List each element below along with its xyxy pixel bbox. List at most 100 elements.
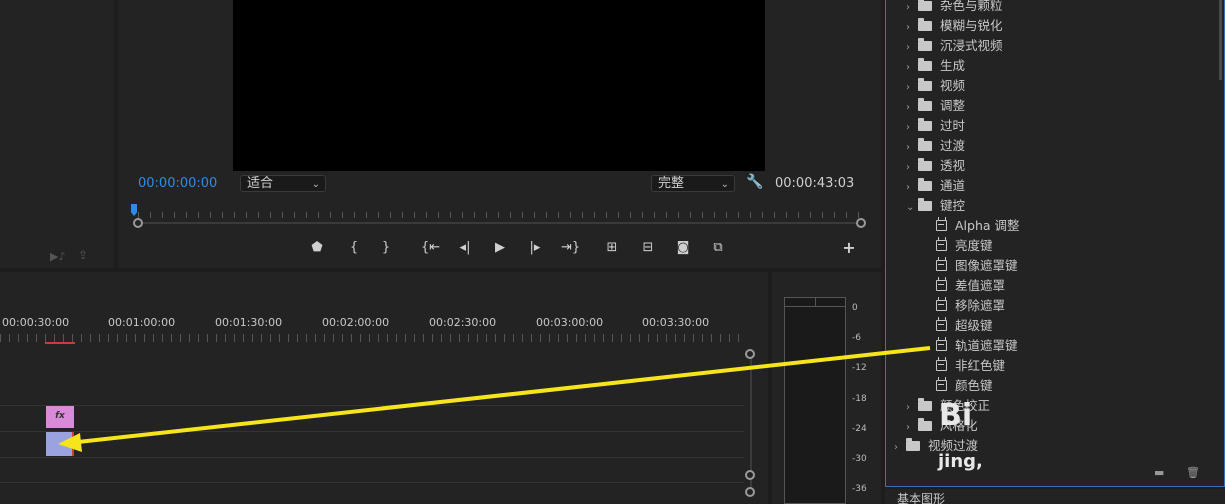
- effect-item-track-matte-key[interactable]: 轨道遮罩键: [936, 336, 1018, 356]
- zoom-level-value: 适合: [247, 176, 274, 191]
- effects-folder[interactable]: › 过渡: [906, 136, 965, 156]
- effect-item[interactable]: 图像遮罩键: [936, 256, 1018, 276]
- source-monitor-panel: ▶♪ ⇪: [0, 0, 114, 268]
- vscroll-bottom-handle[interactable]: [745, 470, 755, 480]
- trash-icon[interactable]: 🗑: [1186, 466, 1200, 479]
- folder-icon: [918, 78, 932, 91]
- effects-folder[interactable]: › 透视: [906, 156, 965, 176]
- compare-view-icon[interactable]: ⧉: [708, 238, 728, 258]
- track-divider: [0, 457, 744, 458]
- chevron-down-icon: ⌄: [311, 179, 320, 190]
- effect-preset-icon: [936, 237, 947, 251]
- step-back-icon[interactable]: ◂|: [457, 238, 473, 258]
- folder-icon: [918, 38, 932, 51]
- effects-scrollbar[interactable]: [1219, 0, 1222, 80]
- effects-folder[interactable]: › 调整: [906, 96, 965, 116]
- effects-folder-expanded[interactable]: ⌄ 键控: [906, 196, 965, 216]
- audio-only-icon[interactable]: ▶♪: [50, 250, 65, 263]
- timeline-time-label: 00:02:00:00: [322, 316, 390, 329]
- db-label: -36: [852, 484, 867, 494]
- effect-preset-icon: [936, 277, 947, 291]
- chevron-right-icon: ›: [906, 122, 910, 133]
- playback-resolution-select[interactable]: 完整 ⌄: [651, 175, 735, 192]
- chevron-right-icon: ›: [894, 442, 898, 453]
- current-timecode[interactable]: 00:00:00:00: [138, 176, 217, 191]
- effects-folder[interactable]: › 视频: [906, 76, 965, 96]
- db-label: -30: [852, 454, 867, 464]
- timeline-ruler[interactable]: [0, 334, 744, 342]
- hscroll-handle[interactable]: [745, 487, 755, 497]
- wrench-icon[interactable]: 🔧: [746, 174, 766, 192]
- effects-folder[interactable]: › 杂色与颗粒: [906, 0, 1003, 16]
- effect-item[interactable]: 超级键: [936, 316, 993, 336]
- db-label: -18: [852, 394, 867, 404]
- zoom-scrollbar[interactable]: [138, 222, 862, 224]
- extract-icon[interactable]: ⊟: [638, 238, 658, 258]
- effect-item[interactable]: Alpha 调整: [936, 216, 1020, 236]
- effects-folder-label: 过渡: [940, 138, 966, 153]
- time-ruler[interactable]: [138, 212, 862, 218]
- scrollbar-right-handle[interactable]: [856, 218, 866, 228]
- playhead-marker[interactable]: [131, 204, 137, 216]
- clip-lower-track[interactable]: [46, 432, 74, 456]
- effect-item-label: Alpha 调整: [955, 218, 1020, 233]
- effects-panel: › 杂色与颗粒 › 模糊与锐化 › 沉浸式视频 › 生成 › 视频 › 调整 › 过时 › 过渡…: [885, 0, 1225, 487]
- lift-icon[interactable]: ⊞: [602, 238, 622, 258]
- effect-preset-icon: [936, 217, 947, 231]
- camera-icon[interactable]: ◙: [674, 238, 692, 258]
- effect-item[interactable]: 颜色键: [936, 376, 993, 396]
- db-label: 0: [852, 303, 858, 313]
- timeline-time-label: 00:03:00:00: [536, 316, 604, 329]
- effects-folder-label: 视频: [940, 78, 966, 93]
- watermark-line2: jing,: [938, 451, 983, 472]
- timeline-time-label: 00:01:30:00: [215, 316, 283, 329]
- effects-folder[interactable]: › 生成: [906, 56, 965, 76]
- play-icon[interactable]: ▶: [492, 238, 508, 258]
- plus-icon[interactable]: +: [842, 238, 856, 258]
- go-to-in-icon[interactable]: {⇤: [421, 238, 440, 258]
- effects-folder[interactable]: › 沉浸式视频: [906, 36, 1003, 56]
- timeline-time-label: 00:02:30:00: [429, 316, 497, 329]
- effects-folder-label: 生成: [940, 58, 966, 73]
- folder-icon: [906, 438, 920, 451]
- tab-essential-graphics[interactable]: 基本图形: [897, 490, 945, 504]
- add-marker-icon[interactable]: ⬟: [310, 238, 324, 258]
- chevron-right-icon: ›: [906, 402, 910, 413]
- effects-folder-label: 过时: [940, 118, 966, 133]
- export-frame-icon[interactable]: ⇪: [78, 248, 88, 262]
- effect-item[interactable]: 非红色键: [936, 356, 1005, 376]
- mark-in-icon[interactable]: {: [347, 238, 361, 258]
- effects-folder-label: 调整: [940, 98, 966, 113]
- scrollbar-left-handle[interactable]: [133, 218, 143, 228]
- step-forward-icon[interactable]: |▸: [527, 238, 543, 258]
- go-to-out-icon[interactable]: ⇥}: [561, 238, 580, 258]
- effects-folder-label: 杂色与颗粒: [940, 0, 1003, 13]
- effect-preset-icon: [936, 297, 947, 311]
- effect-item[interactable]: 差值遮罩: [936, 276, 1005, 296]
- clip-upper-track[interactable]: fx: [46, 406, 74, 428]
- timeline-time-label: 00:01:00:00: [108, 316, 176, 329]
- folder-icon: [918, 398, 932, 411]
- effects-folder[interactable]: › 通道: [906, 176, 965, 196]
- effects-folder[interactable]: › 模糊与锐化: [906, 16, 1003, 36]
- effects-folder[interactable]: › 过时: [906, 116, 965, 136]
- effect-item-label: 超级键: [955, 318, 993, 333]
- track-divider: [0, 482, 744, 483]
- effect-item[interactable]: 亮度键: [936, 236, 993, 256]
- effects-folder-label: 沉浸式视频: [940, 38, 1003, 53]
- db-label: -6: [852, 333, 861, 343]
- effect-item-label: 图像遮罩键: [955, 258, 1018, 273]
- new-folder-icon[interactable]: ▬: [1154, 466, 1164, 479]
- effects-folder-label: 模糊与锐化: [940, 18, 1003, 33]
- duration-timecode: 00:00:43:03: [775, 176, 855, 191]
- vscroll-top-handle[interactable]: [745, 349, 755, 359]
- chevron-right-icon: ›: [906, 82, 910, 93]
- work-area-bar[interactable]: [45, 342, 75, 344]
- effect-preset-icon: [936, 317, 947, 331]
- effect-item[interactable]: 移除遮罩: [936, 296, 1005, 316]
- timeline-time-label: 00:03:30:00: [642, 316, 710, 329]
- meter-divider: [815, 297, 816, 307]
- audio-meter: [784, 297, 846, 504]
- zoom-level-select[interactable]: 适合 ⌄: [240, 175, 326, 192]
- mark-out-icon[interactable]: }: [379, 238, 393, 258]
